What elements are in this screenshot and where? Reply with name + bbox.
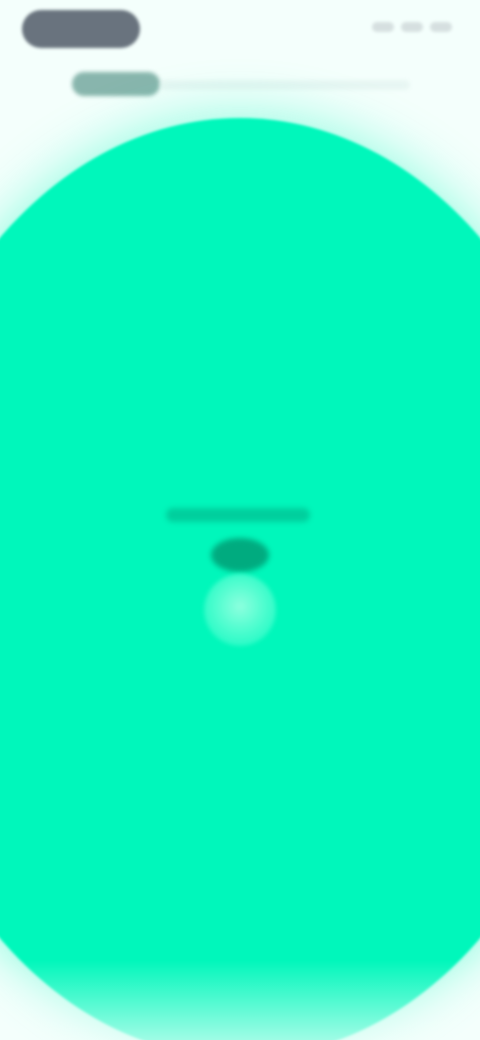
battery-icon <box>430 22 452 32</box>
signal-icon <box>372 22 394 32</box>
blurred-title-icon <box>72 72 160 96</box>
bottom-fade <box>0 960 480 1040</box>
status-bar <box>0 0 480 64</box>
status-pill-icon <box>22 10 140 48</box>
blurred-subtitle-icon <box>160 80 410 90</box>
blurred-hint-icon <box>166 508 310 522</box>
wifi-icon <box>401 22 423 32</box>
dark-mark-icon <box>211 538 269 572</box>
app-screen <box>0 0 480 1040</box>
status-indicators <box>372 22 452 32</box>
header <box>0 64 480 110</box>
circle-control-icon[interactable] <box>204 574 276 646</box>
